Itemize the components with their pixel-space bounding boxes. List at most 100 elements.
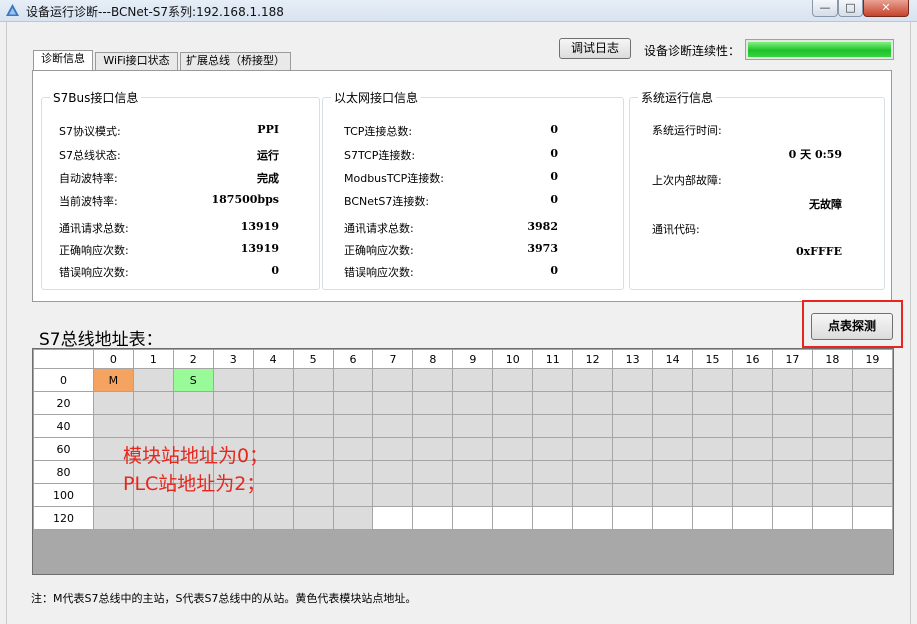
address-cell[interactable]	[612, 506, 654, 530]
address-cell[interactable]	[771, 460, 813, 484]
tab-wifi-status[interactable]: WiFi接口状态	[95, 52, 178, 70]
address-cell[interactable]	[612, 391, 654, 415]
probe-points-button[interactable]: 点表探测	[811, 313, 893, 340]
address-cell[interactable]	[332, 368, 374, 392]
address-cell[interactable]	[452, 483, 494, 507]
address-cell[interactable]	[452, 506, 494, 530]
address-cell[interactable]	[732, 391, 773, 415]
address-cell[interactable]	[851, 506, 893, 530]
address-cell[interactable]	[412, 414, 454, 438]
address-cell[interactable]	[851, 414, 893, 438]
address-cell[interactable]	[572, 460, 614, 484]
address-cell[interactable]	[292, 483, 334, 507]
address-cell[interactable]	[851, 368, 893, 392]
address-cell[interactable]	[532, 414, 574, 438]
address-cell[interactable]	[372, 437, 414, 461]
address-cell[interactable]	[132, 414, 174, 438]
address-cell[interactable]	[212, 391, 254, 415]
address-cell[interactable]	[771, 414, 813, 438]
address-cell[interactable]	[811, 437, 853, 461]
address-cell[interactable]	[652, 483, 694, 507]
address-cell[interactable]	[412, 483, 454, 507]
address-cell[interactable]	[292, 460, 334, 484]
address-cell[interactable]	[732, 368, 773, 392]
address-cell[interactable]	[572, 368, 614, 392]
address-cell[interactable]	[372, 414, 414, 438]
address-cell[interactable]	[811, 483, 853, 507]
address-cell[interactable]	[851, 460, 893, 484]
address-cell[interactable]	[811, 368, 853, 392]
address-cell[interactable]	[652, 506, 694, 530]
address-cell[interactable]	[652, 391, 694, 415]
address-cell[interactable]	[532, 483, 574, 507]
address-cell[interactable]	[452, 437, 494, 461]
address-cell[interactable]	[492, 506, 534, 530]
address-cell-slave[interactable]: S	[172, 368, 214, 392]
address-cell[interactable]	[492, 414, 534, 438]
address-cell[interactable]	[532, 460, 574, 484]
address-cell[interactable]	[692, 460, 734, 484]
address-cell[interactable]	[452, 460, 494, 484]
address-cell[interactable]	[771, 483, 813, 507]
address-cell[interactable]	[172, 506, 214, 530]
address-cell[interactable]	[851, 437, 893, 461]
address-cell[interactable]	[612, 368, 654, 392]
address-cell[interactable]	[652, 437, 694, 461]
address-cell[interactable]	[292, 414, 334, 438]
address-cell[interactable]	[492, 368, 534, 392]
address-cell[interactable]	[732, 506, 773, 530]
address-cell[interactable]	[412, 437, 454, 461]
address-cell[interactable]	[771, 368, 813, 392]
address-cell[interactable]	[212, 414, 254, 438]
address-cell[interactable]	[732, 460, 773, 484]
address-cell[interactable]	[532, 437, 574, 461]
address-cell[interactable]	[851, 483, 893, 507]
address-cell[interactable]	[851, 391, 893, 415]
address-cell[interactable]	[492, 391, 534, 415]
address-cell[interactable]	[811, 460, 853, 484]
address-cell[interactable]	[412, 391, 454, 415]
address-cell[interactable]	[732, 414, 773, 438]
address-cell[interactable]	[771, 437, 813, 461]
address-cell[interactable]	[212, 368, 254, 392]
address-cell[interactable]	[252, 391, 294, 415]
address-cell[interactable]	[332, 506, 374, 530]
address-cell[interactable]	[732, 483, 773, 507]
address-cell[interactable]	[172, 391, 214, 415]
address-cell[interactable]	[252, 368, 294, 392]
address-cell[interactable]	[452, 368, 494, 392]
address-cell[interactable]	[811, 391, 853, 415]
address-cell[interactable]	[811, 506, 853, 530]
address-cell[interactable]	[332, 483, 374, 507]
address-cell[interactable]	[532, 368, 574, 392]
address-cell[interactable]	[572, 437, 614, 461]
address-cell[interactable]	[412, 506, 454, 530]
address-cell[interactable]	[252, 414, 294, 438]
address-cell[interactable]	[612, 414, 654, 438]
address-cell[interactable]	[492, 483, 534, 507]
address-cell[interactable]	[132, 368, 174, 392]
address-cell[interactable]	[292, 391, 334, 415]
maximize-button[interactable]: □	[838, 0, 863, 17]
address-cell[interactable]	[652, 414, 694, 438]
address-cell[interactable]	[652, 460, 694, 484]
address-cell[interactable]	[372, 368, 414, 392]
address-cell[interactable]	[332, 437, 374, 461]
address-cell[interactable]	[252, 506, 294, 530]
address-cell[interactable]	[92, 414, 134, 438]
address-cell[interactable]	[492, 437, 534, 461]
address-cell[interactable]	[332, 414, 374, 438]
address-cell-master[interactable]: M	[92, 368, 134, 392]
address-cell[interactable]	[132, 391, 174, 415]
debug-log-button[interactable]: 调试日志	[559, 38, 631, 59]
address-cell[interactable]	[692, 391, 734, 415]
address-cell[interactable]	[771, 391, 813, 415]
address-cell[interactable]	[572, 414, 614, 438]
address-cell[interactable]	[532, 506, 574, 530]
address-cell[interactable]	[692, 506, 734, 530]
tab-extension-bus[interactable]: 扩展总线（桥接型）	[180, 52, 291, 70]
address-cell[interactable]	[452, 391, 494, 415]
minimize-button[interactable]: —	[812, 0, 838, 17]
address-cell[interactable]	[692, 437, 734, 461]
address-cell[interactable]	[771, 506, 813, 530]
